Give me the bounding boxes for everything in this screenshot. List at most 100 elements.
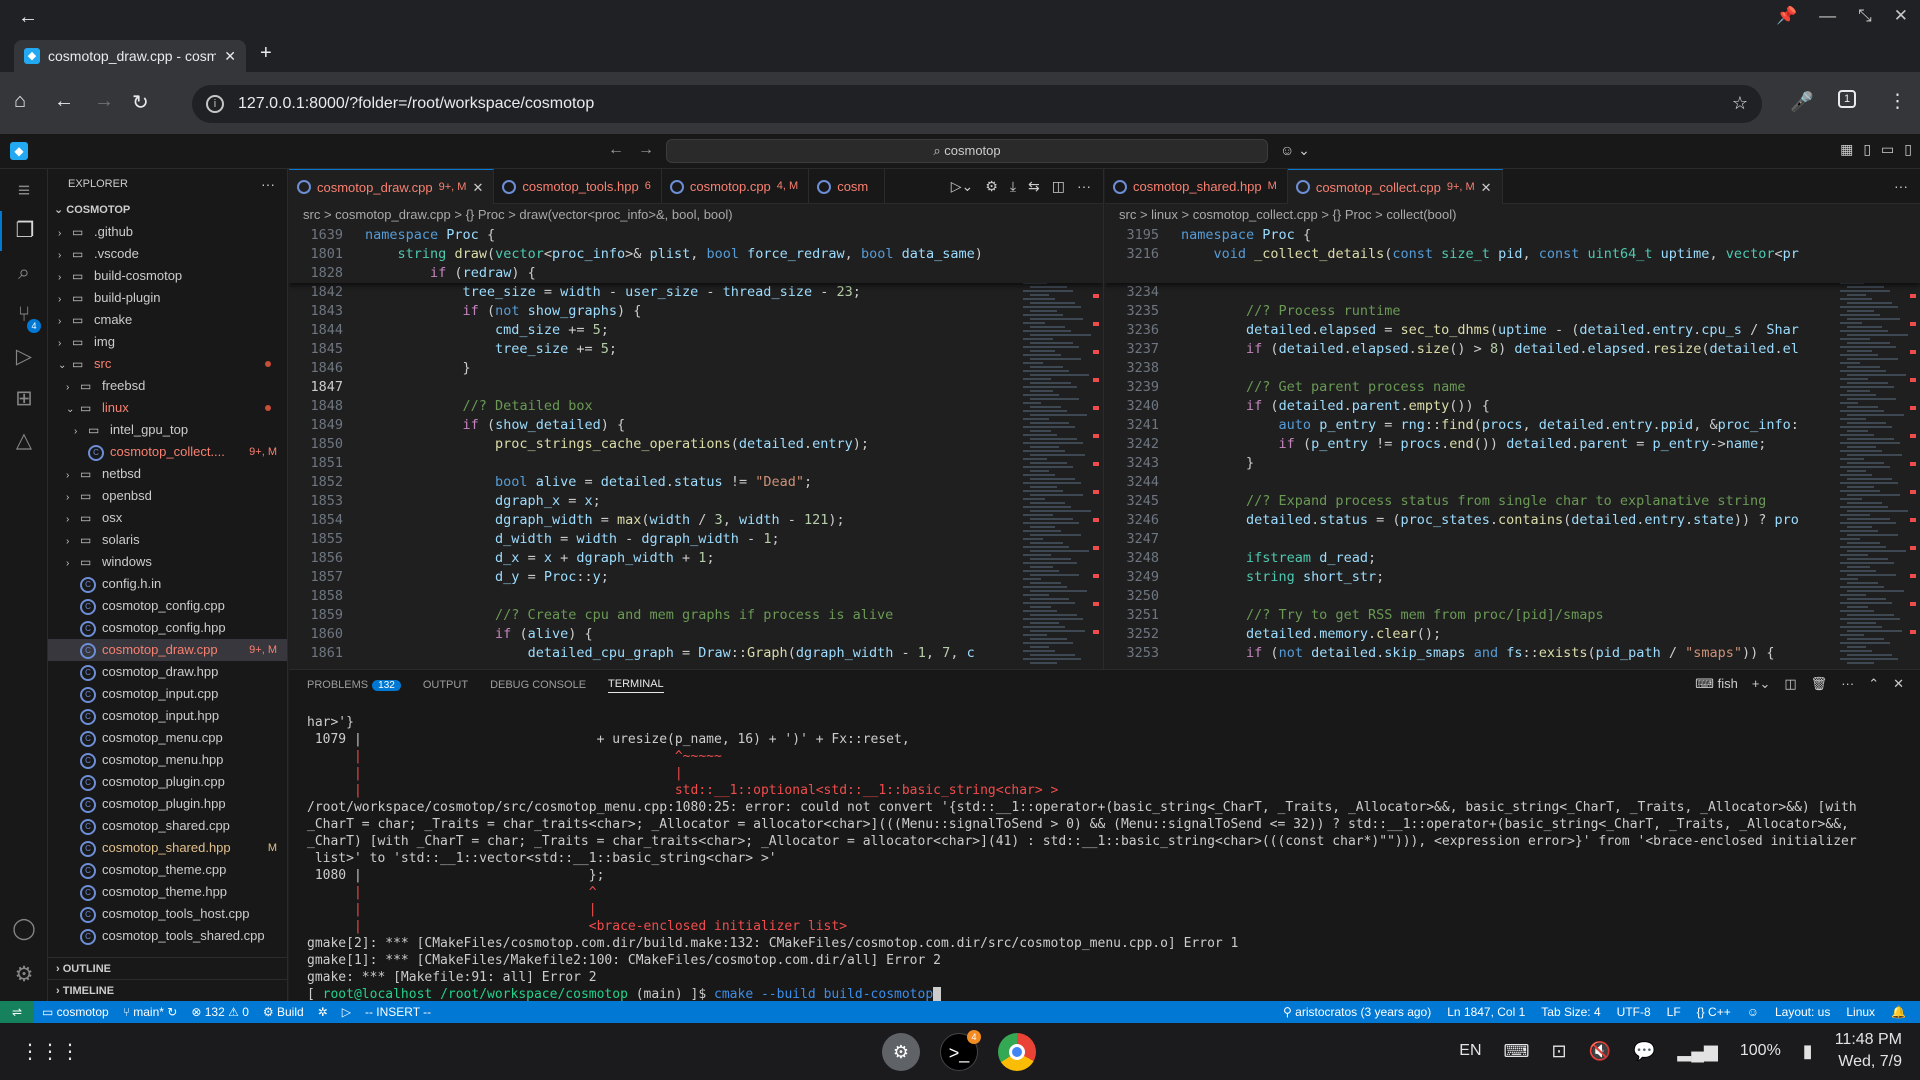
tree-folder[interactable]: › ▭ intel_gpu_top <box>48 419 287 441</box>
tab-debug-console[interactable]: DEBUG CONSOLE <box>490 679 586 691</box>
workspace-root[interactable]: ⌄ COSMOTOP <box>48 199 287 221</box>
tree-file[interactable]: Ccosmotop_shared.cpp <box>48 815 287 837</box>
editor-tab[interactable]: cosmotop_draw.cpp 9+, M ✕ <box>289 169 495 205</box>
launcher-icon[interactable]: ⋮⋮⋮ <box>20 1039 80 1064</box>
more-icon[interactable]: ··· <box>1894 169 1908 204</box>
source-control-icon[interactable]: ⑂ 4 <box>0 295 48 335</box>
download-icon[interactable]: ⤓ <box>1010 169 1016 204</box>
tree-file[interactable]: Ccosmotop_theme.cpp <box>48 859 287 881</box>
status-blame[interactable]: ⚲ aristocratos (3 years ago) <box>1283 1001 1431 1023</box>
new-tab-icon[interactable]: + <box>260 42 272 65</box>
microphone-icon[interactable]: 🎤 <box>1790 90 1814 114</box>
explorer-icon[interactable]: ❐ <box>0 211 48 251</box>
minimap[interactable] <box>1023 226 1091 669</box>
address-bar[interactable]: i 127.0.0.1:8000/?folder=/root/workspace… <box>192 85 1762 123</box>
editor-tab[interactable]: cosm <box>809 169 886 204</box>
close-tab-icon[interactable]: ✕ <box>224 48 236 65</box>
status-branch[interactable]: ⑂ main* ↻ <box>123 1001 178 1023</box>
tree-folder[interactable]: › ▭ build-plugin <box>48 287 287 309</box>
split-terminal-icon[interactable]: ◫ <box>1784 676 1796 692</box>
status-os[interactable]: Linux <box>1846 1001 1875 1023</box>
terminal-app-icon[interactable]: >_ 4 <box>940 1030 981 1071</box>
more-actions-icon[interactable]: ··· <box>261 169 275 199</box>
tree-folder[interactable]: › ▭ netbsd <box>48 463 287 485</box>
status-workspace[interactable]: ▭ cosmotop <box>42 1001 109 1023</box>
cmake-icon[interactable]: △ <box>0 421 48 461</box>
editor-tab[interactable]: cosmotop_collect.cpp 9+, M ✕ <box>1287 169 1503 205</box>
breadcrumb[interactable]: src > linux > cosmotop_collect.cpp > {} … <box>1105 204 1920 226</box>
extensions-icon[interactable]: ⊞ <box>0 379 48 419</box>
trash-icon[interactable]: 🗑 <box>1811 676 1828 692</box>
system-tray[interactable]: EN ⌨ ⊡ 🔇 💬 ▂▄▆ 100% ▮ 11:48 PM Wed, 7/9 <box>1459 1029 1902 1073</box>
menu-icon[interactable]: ≡ <box>0 171 48 211</box>
tree-file[interactable]: Ccosmotop_input.hpp <box>48 705 287 727</box>
tab-terminal[interactable]: TERMINAL <box>608 678 664 693</box>
status-build[interactable]: ⚙ Build <box>263 1001 304 1023</box>
back-icon[interactable]: ← <box>54 90 74 113</box>
status-problems[interactable]: ⊗ 132 ⚠ 0 <box>191 1001 249 1023</box>
tree-file[interactable]: Ccosmotop_collect.... 9+, M <box>48 441 287 463</box>
status-position[interactable]: Ln 1847, Col 1 <box>1447 1001 1525 1023</box>
close-tab-icon[interactable]: ✕ <box>472 170 483 205</box>
tab-count-icon[interactable]: 1 <box>1838 90 1856 108</box>
bell-icon[interactable]: 🔔 <box>1891 1001 1906 1023</box>
tree-folder[interactable]: › ▭ openbsd <box>48 485 287 507</box>
terminal-shell[interactable]: ⌨ fish <box>1695 676 1738 692</box>
tab-output[interactable]: OUTPUT <box>423 679 468 691</box>
editor-tab[interactable]: cosmotop.cpp 4, M <box>662 169 810 204</box>
tree-folder[interactable]: › ▭ freebsd <box>48 375 287 397</box>
notifications-icon[interactable]: 💬 <box>1633 1041 1655 1062</box>
run-debug-icon[interactable]: ▷ <box>0 337 48 377</box>
tree-folder[interactable]: › ▭ osx <box>48 507 287 529</box>
status-language[interactable]: {} C++ <box>1697 1001 1731 1023</box>
menu-kebab-icon[interactable]: ⋮ <box>1888 90 1907 113</box>
tree-file[interactable]: Ccosmotop_menu.cpp <box>48 727 287 749</box>
tab-problems[interactable]: PROBLEMS 132 <box>307 679 401 691</box>
tree-file[interactable]: Cconfig.h.in <box>48 573 287 595</box>
search-view-icon[interactable]: ⌕ <box>0 253 48 293</box>
toggle-sidebar-icon[interactable]: ▯ <box>1863 141 1871 158</box>
tree-file[interactable]: Ccosmotop_plugin.cpp <box>48 771 287 793</box>
settings-gear-icon[interactable]: ⚙ <box>0 955 48 995</box>
more-icon[interactable]: ··· <box>1841 676 1854 692</box>
clock[interactable]: 11:48 PM Wed, 7/9 <box>1835 1029 1902 1073</box>
maximize-panel-icon[interactable]: ⌃ <box>1868 676 1879 692</box>
tree-folder[interactable]: › ▭ cmake <box>48 309 287 331</box>
account-icon[interactable]: ◯ <box>0 909 48 949</box>
new-terminal-icon[interactable]: +⌄ <box>1752 676 1770 692</box>
minimap[interactable] <box>1840 226 1908 669</box>
timeline-section[interactable]: › TIMELINE <box>48 979 288 1001</box>
tree-file[interactable]: Ccosmotop_input.cpp <box>48 683 287 705</box>
close-icon[interactable]: ✕ <box>1894 6 1908 26</box>
tree-file[interactable]: Ccosmotop_config.hpp <box>48 617 287 639</box>
go-forward-icon[interactable]: → <box>638 141 654 159</box>
keyboard-icon[interactable]: ⌨ <box>1504 1041 1530 1062</box>
tree-file[interactable]: Ccosmotop_tools_host.cpp <box>48 903 287 925</box>
tree-file[interactable]: Ccosmotop_config.cpp <box>48 595 287 617</box>
screen-capture-icon[interactable]: ⊡ <box>1551 1041 1566 1062</box>
close-panel-icon[interactable]: ✕ <box>1893 676 1904 692</box>
restore-icon[interactable]: ⤡ <box>1858 6 1872 26</box>
copilot-icon[interactable]: ☺ ⌄ <box>1280 142 1310 159</box>
input-language[interactable]: EN <box>1459 1042 1481 1060</box>
tree-folder[interactable]: ⌄ ▭ src <box>48 353 287 375</box>
close-tab-icon[interactable]: ✕ <box>1481 170 1492 205</box>
mute-icon[interactable]: 🔇 <box>1589 1041 1611 1062</box>
site-info-icon[interactable]: i <box>206 95 224 113</box>
customize-layout-icon[interactable]: ▦ <box>1840 141 1853 158</box>
toggle-secondary-sidebar-icon[interactable]: ▯ <box>1904 141 1912 158</box>
arrow-back-icon[interactable]: ← <box>18 6 38 29</box>
tree-file[interactable]: Ccosmotop_draw.cpp 9+, M <box>48 639 287 661</box>
more-icon[interactable]: ··· <box>1077 169 1091 204</box>
home-icon[interactable]: ⌂ <box>14 90 26 113</box>
code-area[interactable]: 1639 namespace Proc {1801 string draw(vec… <box>289 226 1103 669</box>
tree-file[interactable]: Ccosmotop_theme.hpp <box>48 881 287 903</box>
terminal-output[interactable]: har>'} 1079 | + uresize(p_name, 16) + ')… <box>307 714 1902 1003</box>
gear-icon[interactable]: ⚙ <box>985 169 998 204</box>
status-encoding[interactable]: UTF-8 <box>1617 1001 1651 1023</box>
go-back-icon[interactable]: ← <box>608 141 624 159</box>
tree-folder[interactable]: › ▭ .github <box>48 221 287 243</box>
breadcrumb[interactable]: src > cosmotop_draw.cpp > {} Proc > draw… <box>289 204 1103 226</box>
tree-file[interactable]: Ccosmotop_plugin.hpp <box>48 793 287 815</box>
launch-icon[interactable]: ▷ <box>342 1001 351 1023</box>
